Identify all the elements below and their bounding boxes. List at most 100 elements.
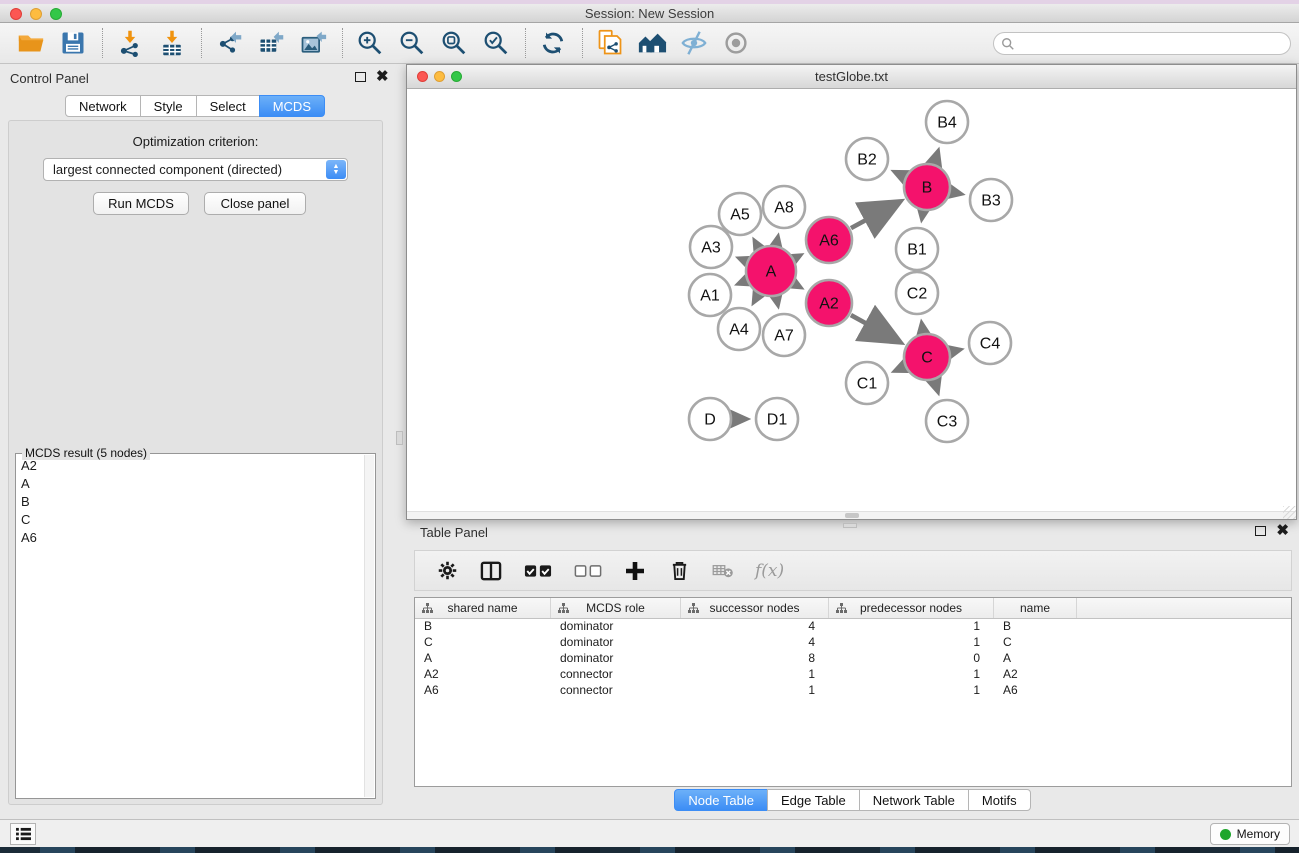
cell-successor-nodes: 8 <box>681 651 829 667</box>
search-input[interactable] <box>1015 35 1290 53</box>
mcds-result-list[interactable]: A2ABCA6 <box>18 458 363 796</box>
edge-C-C3[interactable] <box>934 381 937 391</box>
zoom-out-icon[interactable] <box>395 26 429 60</box>
columns-icon[interactable] <box>479 559 503 583</box>
duplicate-network-icon[interactable] <box>593 26 627 60</box>
edge-B-B2[interactable] <box>896 173 904 177</box>
deselect-all-icon[interactable] <box>573 559 603 583</box>
refresh-layout-icon[interactable] <box>536 26 570 60</box>
tab-select[interactable]: Select <box>196 95 260 117</box>
table-row[interactable]: Bdominator41B <box>415 619 1291 635</box>
edge-C-C2[interactable] <box>922 325 923 333</box>
edge-A2-C[interactable] <box>851 315 897 341</box>
edge-B-B4[interactable] <box>934 153 937 164</box>
result-item[interactable]: A2 <box>18 458 363 476</box>
edge-A-A3[interactable] <box>741 259 746 261</box>
edge-A-A7[interactable] <box>776 297 777 303</box>
zoom-fit-icon[interactable] <box>437 26 471 60</box>
tab-network[interactable]: Network <box>65 95 141 117</box>
hide-eye-icon[interactable] <box>677 26 711 60</box>
export-network-icon[interactable] <box>212 26 246 60</box>
export-image-icon[interactable] <box>296 26 330 60</box>
edge-A-A5[interactable] <box>755 242 758 247</box>
edge-B-B3[interactable] <box>951 192 959 194</box>
zoom-selected-icon[interactable] <box>479 26 513 60</box>
status-bar: Memory <box>0 819 1299 847</box>
search-field[interactable] <box>993 32 1291 55</box>
save-session-icon[interactable] <box>56 26 90 60</box>
function-builder-icon[interactable]: f(x) <box>755 561 784 581</box>
tab-network-table[interactable]: Network Table <box>859 789 969 811</box>
result-item[interactable]: A <box>18 476 363 494</box>
import-network-icon[interactable] <box>113 26 147 60</box>
resize-grip-icon[interactable] <box>1283 506 1296 519</box>
node-table[interactable]: shared nameMCDS rolesuccessor nodesprede… <box>414 597 1292 787</box>
close-panel-button[interactable]: Close panel <box>204 192 306 215</box>
memory-button[interactable]: Memory <box>1210 823 1290 845</box>
settings-gear-icon[interactable] <box>435 559 459 583</box>
edge-A-A6[interactable] <box>795 256 799 258</box>
import-table-icon[interactable] <box>155 26 189 60</box>
table-body: Bdominator41BCdominator41CAdominator80AA… <box>415 619 1291 699</box>
result-item[interactable]: C <box>18 512 363 530</box>
hscroll-thumb[interactable] <box>845 513 859 518</box>
task-history-button[interactable] <box>10 823 36 845</box>
cell-predecessor-nodes: 1 <box>829 635 994 651</box>
tab-motifs[interactable]: Motifs <box>968 789 1031 811</box>
criterion-dropdown[interactable]: largest connected component (directed) ▲… <box>43 158 348 181</box>
edge-A-A4[interactable] <box>754 295 757 301</box>
table-row[interactable]: Cdominator41C <box>415 635 1291 651</box>
tab-mcds[interactable]: MCDS <box>259 95 325 117</box>
node-label-C3: C3 <box>937 414 958 431</box>
add-row-icon[interactable] <box>623 559 647 583</box>
edge-C-C4[interactable] <box>951 350 958 352</box>
result-item[interactable]: A6 <box>18 530 363 548</box>
control-panel-controls: ✖ <box>355 72 389 82</box>
table-row[interactable]: A2connector11A2 <box>415 667 1291 683</box>
close-panel-icon[interactable]: ✖ <box>1276 526 1289 536</box>
column-header-predecessor-nodes[interactable]: predecessor nodes <box>829 598 994 618</box>
edge-A-A8[interactable] <box>776 238 777 244</box>
tab-style[interactable]: Style <box>140 95 197 117</box>
table-row[interactable]: Adominator80A <box>415 651 1291 667</box>
cell-shared-name: B <box>415 619 551 635</box>
open-session-icon[interactable] <box>14 26 48 60</box>
delete-row-icon[interactable] <box>667 559 691 583</box>
network-window-titlebar[interactable]: testGlobe.txt <box>407 65 1296 89</box>
float-panel-icon[interactable] <box>1255 526 1266 536</box>
cell-name: A2 <box>994 667 1077 683</box>
result-scrollbar[interactable] <box>364 455 374 797</box>
network-canvas[interactable]: B4B2BB3A5A8A6B1A3AC2A1A2A4A7C4CC1C3DD1 <box>407 90 1296 519</box>
table-panel-controls: ✖ <box>1255 526 1289 536</box>
select-all-icon[interactable] <box>523 559 553 583</box>
export-table-icon[interactable] <box>254 26 288 60</box>
float-panel-icon[interactable] <box>355 72 366 82</box>
table-row[interactable]: A6connector11A6 <box>415 683 1291 699</box>
vertical-splitter-grip[interactable] <box>396 431 403 445</box>
edge-B-B1[interactable] <box>922 212 923 218</box>
network-hscrollbar[interactable] <box>407 511 1296 519</box>
tab-edge-table[interactable]: Edge Table <box>767 789 860 811</box>
zoom-in-icon[interactable] <box>353 26 387 60</box>
column-header-shared-name[interactable]: shared name <box>415 598 551 618</box>
delete-table-icon[interactable] <box>711 559 735 583</box>
memory-status-icon <box>1220 829 1231 840</box>
edge-A6-B[interactable] <box>851 203 897 228</box>
column-header-MCDS-role[interactable]: MCDS role <box>551 598 681 618</box>
edge-A-A1[interactable] <box>740 281 746 283</box>
node-label-C: C <box>921 350 933 367</box>
run-mcds-button[interactable]: Run MCDS <box>93 192 189 215</box>
edge-C-C1[interactable] <box>896 367 904 370</box>
network-title: testGlobe.txt <box>407 69 1296 84</box>
network-graph[interactable]: B4B2BB3A5A8A6B1A3AC2A1A2A4A7C4CC1C3DD1 <box>407 90 1296 512</box>
mcds-result-box: MCDS result (5 nodes) A2ABCA6 <box>15 453 376 799</box>
column-header-successor-nodes[interactable]: successor nodes <box>681 598 829 618</box>
edge-A-A2[interactable] <box>795 284 800 287</box>
home-icon[interactable] <box>635 26 669 60</box>
node-label-C2: C2 <box>907 286 928 303</box>
tab-node-table[interactable]: Node Table <box>674 789 768 811</box>
column-header-name[interactable]: name <box>994 598 1077 618</box>
show-eye-icon[interactable] <box>719 26 753 60</box>
close-panel-icon[interactable]: ✖ <box>376 72 389 82</box>
result-item[interactable]: B <box>18 494 363 512</box>
